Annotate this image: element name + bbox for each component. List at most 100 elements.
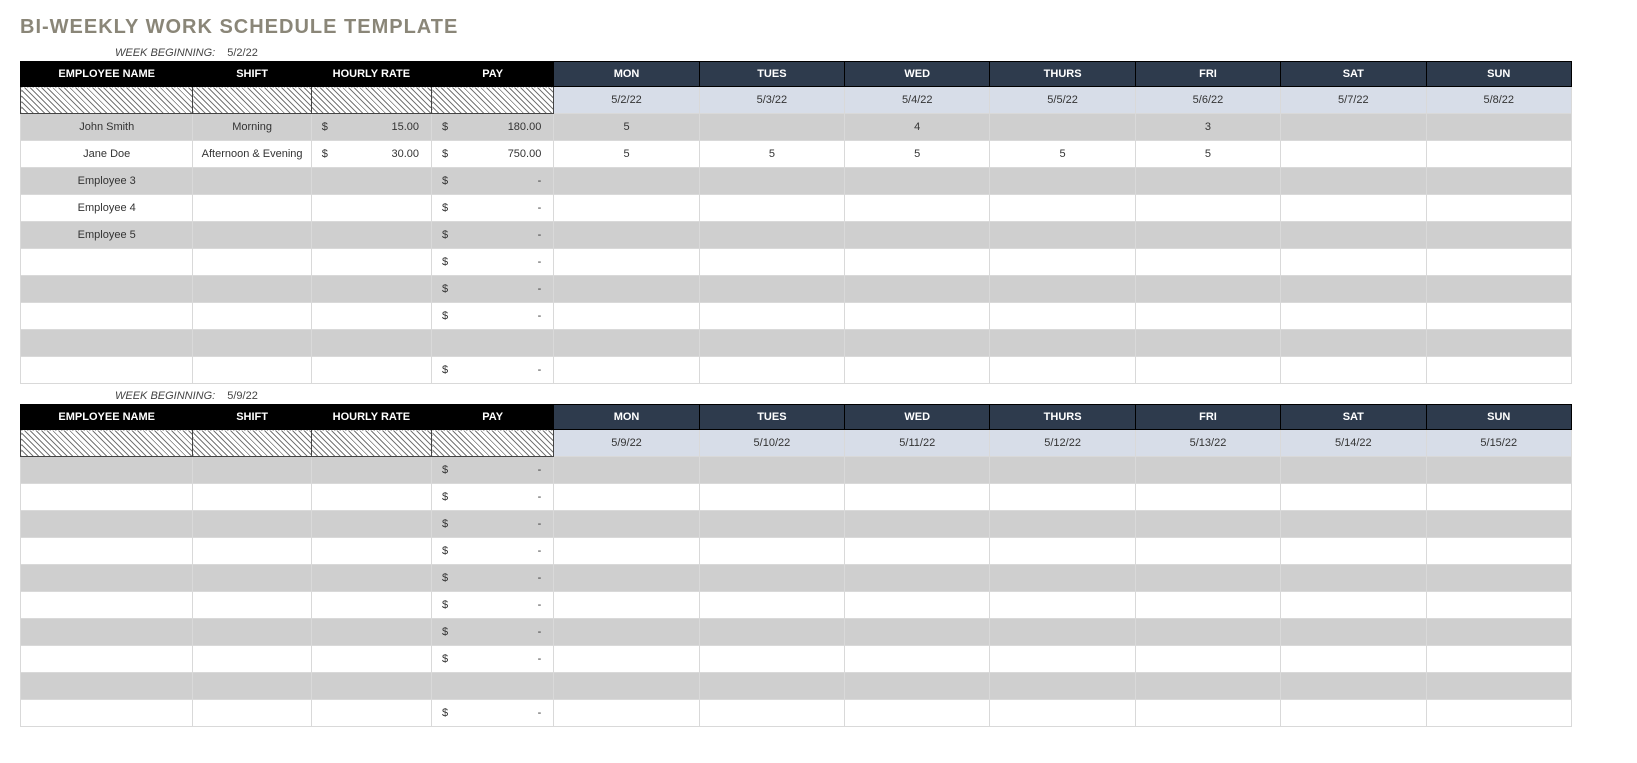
hours-cell[interactable] <box>699 357 844 384</box>
hours-cell[interactable] <box>845 249 990 276</box>
hours-cell[interactable] <box>1426 249 1572 276</box>
hours-cell[interactable] <box>1426 511 1572 538</box>
hours-cell[interactable] <box>1426 457 1572 484</box>
hours-cell[interactable]: 4 <box>845 114 990 141</box>
employee-name-cell[interactable]: Employee 4 <box>21 195 193 222</box>
hours-cell[interactable] <box>554 168 699 195</box>
hours-cell[interactable] <box>845 592 990 619</box>
shift-cell[interactable] <box>193 565 311 592</box>
employee-name-cell[interactable] <box>21 592 193 619</box>
hours-cell[interactable] <box>990 646 1135 673</box>
hours-cell[interactable] <box>1281 700 1426 727</box>
hours-cell[interactable] <box>1281 222 1426 249</box>
hours-cell[interactable] <box>1426 276 1572 303</box>
hours-cell[interactable] <box>1135 565 1280 592</box>
shift-cell[interactable] <box>193 511 311 538</box>
shift-cell[interactable] <box>193 303 311 330</box>
hours-cell[interactable] <box>1426 592 1572 619</box>
hours-cell[interactable] <box>845 511 990 538</box>
hours-cell[interactable] <box>1281 114 1426 141</box>
employee-name-cell[interactable]: Employee 5 <box>21 222 193 249</box>
employee-name-cell[interactable] <box>21 357 193 384</box>
hours-cell[interactable]: 5 <box>554 141 699 168</box>
hours-cell[interactable] <box>845 357 990 384</box>
hours-cell[interactable] <box>990 330 1135 357</box>
hours-cell[interactable] <box>554 511 699 538</box>
hours-cell[interactable] <box>1426 646 1572 673</box>
hours-cell[interactable] <box>1426 114 1572 141</box>
hours-cell[interactable] <box>699 249 844 276</box>
employee-name-cell[interactable]: Jane Doe <box>21 141 193 168</box>
hours-cell[interactable] <box>554 673 699 700</box>
hourly-rate-cell[interactable] <box>311 249 431 276</box>
employee-name-cell[interactable] <box>21 700 193 727</box>
hours-cell[interactable]: 5 <box>554 114 699 141</box>
hourly-rate-cell[interactable] <box>311 222 431 249</box>
hours-cell[interactable] <box>554 700 699 727</box>
hours-cell[interactable] <box>554 222 699 249</box>
hours-cell[interactable] <box>554 457 699 484</box>
hours-cell[interactable] <box>845 457 990 484</box>
hourly-rate-cell[interactable] <box>311 276 431 303</box>
hours-cell[interactable] <box>1426 330 1572 357</box>
hourly-rate-cell[interactable] <box>311 168 431 195</box>
shift-cell[interactable] <box>193 700 311 727</box>
hours-cell[interactable] <box>554 276 699 303</box>
hourly-rate-cell[interactable] <box>311 673 431 700</box>
employee-name-cell[interactable] <box>21 457 193 484</box>
hours-cell[interactable] <box>1135 276 1280 303</box>
hourly-rate-cell[interactable] <box>311 195 431 222</box>
hours-cell[interactable] <box>1281 141 1426 168</box>
shift-cell[interactable] <box>193 195 311 222</box>
hours-cell[interactable] <box>699 276 844 303</box>
hours-cell[interactable] <box>699 303 844 330</box>
hours-cell[interactable] <box>845 619 990 646</box>
hours-cell[interactable] <box>990 114 1135 141</box>
hourly-rate-cell[interactable]: $15.00 <box>311 114 431 141</box>
hours-cell[interactable] <box>845 700 990 727</box>
employee-name-cell[interactable] <box>21 538 193 565</box>
employee-name-cell[interactable] <box>21 303 193 330</box>
hours-cell[interactable]: 3 <box>1135 114 1280 141</box>
hours-cell[interactable] <box>1426 222 1572 249</box>
shift-cell[interactable] <box>193 646 311 673</box>
hours-cell[interactable] <box>1281 330 1426 357</box>
hours-cell[interactable] <box>1426 565 1572 592</box>
hours-cell[interactable] <box>699 619 844 646</box>
hours-cell[interactable]: 5 <box>1135 141 1280 168</box>
hourly-rate-cell[interactable] <box>311 700 431 727</box>
hours-cell[interactable] <box>1135 538 1280 565</box>
hours-cell[interactable] <box>554 565 699 592</box>
hours-cell[interactable] <box>845 484 990 511</box>
hours-cell[interactable] <box>554 330 699 357</box>
employee-name-cell[interactable] <box>21 511 193 538</box>
hourly-rate-cell[interactable] <box>311 592 431 619</box>
hours-cell[interactable] <box>699 565 844 592</box>
employee-name-cell[interactable] <box>21 249 193 276</box>
employee-name-cell[interactable] <box>21 646 193 673</box>
hourly-rate-cell[interactable] <box>311 357 431 384</box>
hours-cell[interactable] <box>990 700 1135 727</box>
hours-cell[interactable] <box>990 565 1135 592</box>
hours-cell[interactable] <box>1281 619 1426 646</box>
hours-cell[interactable] <box>554 484 699 511</box>
hourly-rate-cell[interactable] <box>311 484 431 511</box>
hours-cell[interactable] <box>990 249 1135 276</box>
hours-cell[interactable] <box>1426 357 1572 384</box>
hours-cell[interactable] <box>845 168 990 195</box>
hours-cell[interactable] <box>1135 511 1280 538</box>
hours-cell[interactable] <box>1281 538 1426 565</box>
hours-cell[interactable] <box>990 538 1135 565</box>
hours-cell[interactable] <box>1426 141 1572 168</box>
hours-cell[interactable] <box>1281 168 1426 195</box>
hours-cell[interactable] <box>1281 565 1426 592</box>
hours-cell[interactable] <box>1135 168 1280 195</box>
employee-name-cell[interactable]: Employee 3 <box>21 168 193 195</box>
employee-name-cell[interactable] <box>21 484 193 511</box>
hours-cell[interactable] <box>1426 700 1572 727</box>
hourly-rate-cell[interactable] <box>311 538 431 565</box>
hours-cell[interactable] <box>1281 357 1426 384</box>
hours-cell[interactable] <box>845 538 990 565</box>
hours-cell[interactable] <box>554 538 699 565</box>
hours-cell[interactable] <box>990 303 1135 330</box>
